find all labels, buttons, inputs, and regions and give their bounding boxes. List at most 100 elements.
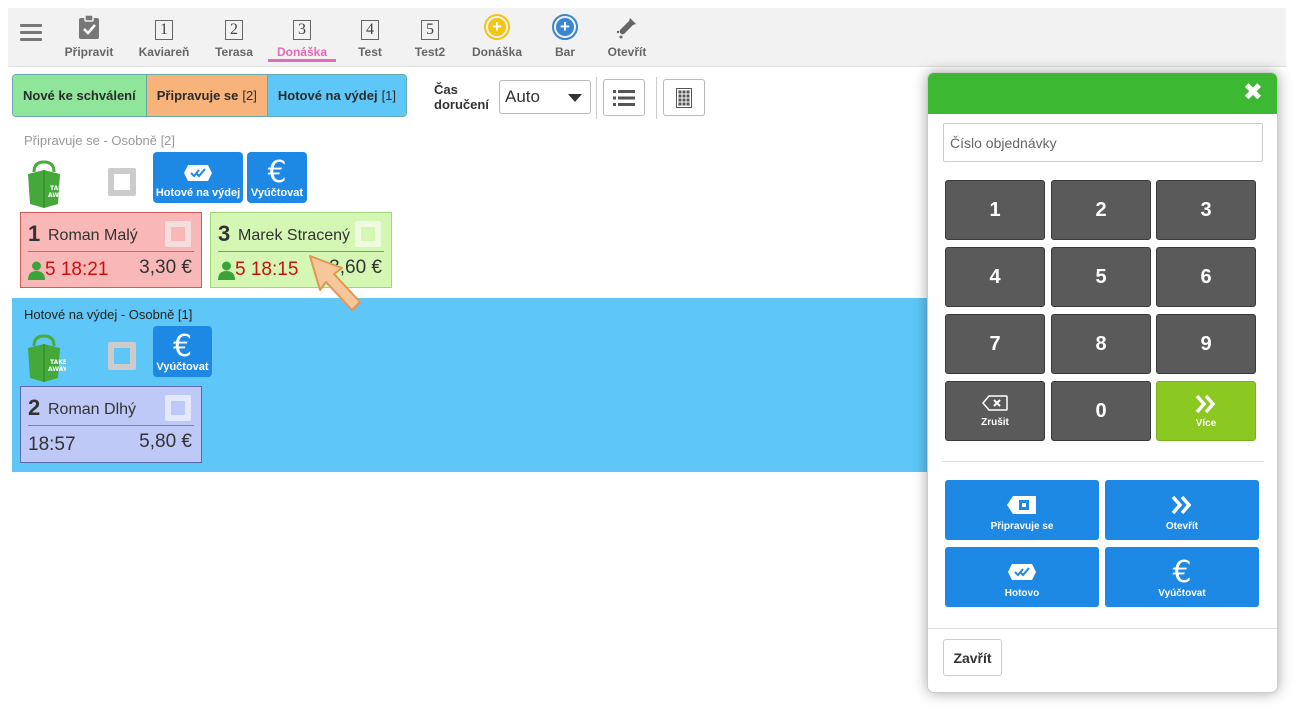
keypad-icon [676, 87, 692, 108]
panel-header: ✖ [928, 73, 1277, 114]
customer-name: Roman Malý [48, 227, 138, 244]
delivery-time-label-line1: Čas [434, 82, 458, 97]
nav-item-test[interactable]: 4 Test [352, 14, 388, 62]
nav-item-donaska[interactable]: 3 Donáška [268, 14, 336, 62]
nav-label: Terasa [215, 45, 253, 59]
divider [28, 251, 194, 252]
euro-icon: € [267, 155, 287, 190]
number-3-icon: 3 [293, 20, 311, 40]
key-4[interactable]: 4 [945, 247, 1045, 307]
number-5-icon: 5 [421, 20, 439, 40]
divider [28, 425, 194, 426]
key-8[interactable]: 8 [1051, 314, 1151, 374]
key-more[interactable]: Více [1156, 381, 1256, 441]
key-more-label: Více [1195, 417, 1217, 429]
ticket-check-icon [1007, 559, 1037, 585]
status-preparing-count: [2] [242, 88, 257, 103]
status-new-label: Nové ke schválení [23, 88, 136, 103]
mark-ready-button[interactable]: Hotové na výdej [153, 152, 243, 203]
order-checkbox[interactable] [165, 221, 191, 247]
close-button[interactable]: Zavřít [943, 639, 1002, 676]
status-ready-button[interactable]: Hotové na výdej [1] [267, 75, 407, 116]
key-6[interactable]: 6 [1156, 247, 1256, 307]
nav-label: Donáška [471, 45, 523, 59]
nav-item-kaviaren[interactable]: 1 Kaviareň [138, 14, 190, 62]
svg-text:TAKE: TAKE [50, 359, 66, 366]
pickup-time: 18:57 [28, 434, 76, 455]
list-icon [613, 89, 635, 106]
euro-icon: € [172, 329, 193, 364]
section-title-ready: Hotové na výdej - Osobně [1] [24, 307, 193, 322]
order-checkbox[interactable] [355, 221, 381, 247]
svg-text:TAKE: TAKE [50, 185, 66, 192]
svg-text:AWAY: AWAY [48, 366, 66, 373]
persons-count: 5 [45, 259, 56, 280]
status-new-button[interactable]: Nové ke schválení [13, 75, 147, 116]
double-chevron-right-icon [1195, 394, 1216, 413]
ticket-square-icon [1006, 492, 1038, 518]
nav-item-donaska-add[interactable]: + Donáška [468, 14, 526, 62]
key-0[interactable]: 0 [1051, 381, 1151, 441]
action-bill-label: Vyúčtovat [1158, 588, 1206, 599]
divider [656, 77, 657, 119]
bill-button[interactable]: € Vyúčtovat [247, 152, 307, 203]
plus-circle-yellow-icon: + [484, 14, 510, 40]
order-keypad-panel: ✖ 1 2 3 4 5 6 7 8 9 Zrušit 0 Více Připra… [927, 72, 1278, 693]
customer-name: Marek Stracený [238, 227, 351, 244]
order-number-input[interactable] [943, 123, 1263, 162]
select-all-checkbox[interactable] [108, 168, 136, 196]
delivery-time-value: Auto [505, 87, 540, 106]
order-number: 1 [28, 221, 41, 246]
order-card[interactable]: 2 Roman Dlhý 18:57 5,80 € [20, 386, 202, 463]
key-cancel[interactable]: Zrušit [945, 381, 1045, 441]
delivery-time-select[interactable]: Auto [499, 80, 591, 114]
key-9[interactable]: 9 [1156, 314, 1256, 374]
key-3[interactable]: 3 [1156, 180, 1256, 240]
nav-item-terasa[interactable]: 2 Terasa [211, 14, 257, 62]
plus-circle-blue-icon: + [552, 14, 578, 40]
action-open-button[interactable]: Otevřít [1105, 480, 1259, 540]
caret-down-icon [568, 94, 582, 102]
key-1[interactable]: 1 [945, 180, 1045, 240]
divider [596, 77, 597, 119]
order-checkbox[interactable] [165, 395, 191, 421]
ticket-check-icon [184, 165, 212, 181]
keypad-view-button[interactable] [663, 79, 705, 116]
svg-text:AWAY: AWAY [48, 192, 66, 199]
customer-name: Roman Dlhý [48, 401, 137, 418]
order-price: 3,30 € [139, 257, 192, 278]
order-time: 5 18:21 [28, 259, 108, 281]
takeaway-bag-icon: TAKE AWAY [22, 160, 68, 210]
action-done-label: Hotovo [1004, 588, 1040, 599]
select-all-checkbox[interactable] [108, 342, 136, 370]
action-preparing-button[interactable]: Připravuje se [945, 480, 1099, 540]
nav-item-bar[interactable]: + Bar [548, 14, 582, 62]
key-5[interactable]: 5 [1051, 247, 1151, 307]
key-7[interactable]: 7 [945, 314, 1045, 374]
delivery-time-label: Čas doručení [434, 82, 489, 112]
double-chevron-right-icon [1171, 492, 1193, 518]
pointer-arrow-icon [302, 250, 366, 323]
key-2[interactable]: 2 [1051, 180, 1151, 240]
key-cancel-label: Zrušit [981, 416, 1009, 428]
close-icon[interactable]: ✖ [1243, 81, 1263, 105]
action-done-button[interactable]: Hotovo [945, 547, 1099, 607]
status-preparing-button[interactable]: Připravuje se [2] [146, 75, 268, 116]
nav-item-otevrit[interactable]: Otevřít [604, 14, 650, 62]
pickup-time: 18:21 [60, 259, 109, 280]
top-navigation: Připravit 1 Kaviareň 2 Terasa 3 Donáška … [8, 8, 1286, 67]
nav-item-pripravit[interactable]: Připravit [63, 14, 115, 62]
nav-label: Kaviareň [138, 45, 190, 59]
bill-button[interactable]: € Vyúčtovat [153, 326, 212, 377]
person-icon [218, 261, 235, 280]
nav-item-test2[interactable]: 5 Test2 [410, 14, 450, 62]
order-card[interactable]: 1 Roman Malý 5 18:21 3,30 € [20, 212, 202, 288]
menu-icon[interactable] [20, 24, 42, 42]
action-bill-button[interactable]: € Vyúčtovat [1105, 547, 1259, 607]
list-view-button[interactable] [603, 79, 645, 116]
pickup-time: 18:15 [250, 259, 299, 280]
nav-label: Donáška [276, 45, 328, 59]
number-4-icon: 4 [361, 20, 379, 40]
action-preparing-label: Připravuje se [990, 521, 1054, 532]
mark-ready-label: Hotové na výdej [155, 187, 241, 199]
